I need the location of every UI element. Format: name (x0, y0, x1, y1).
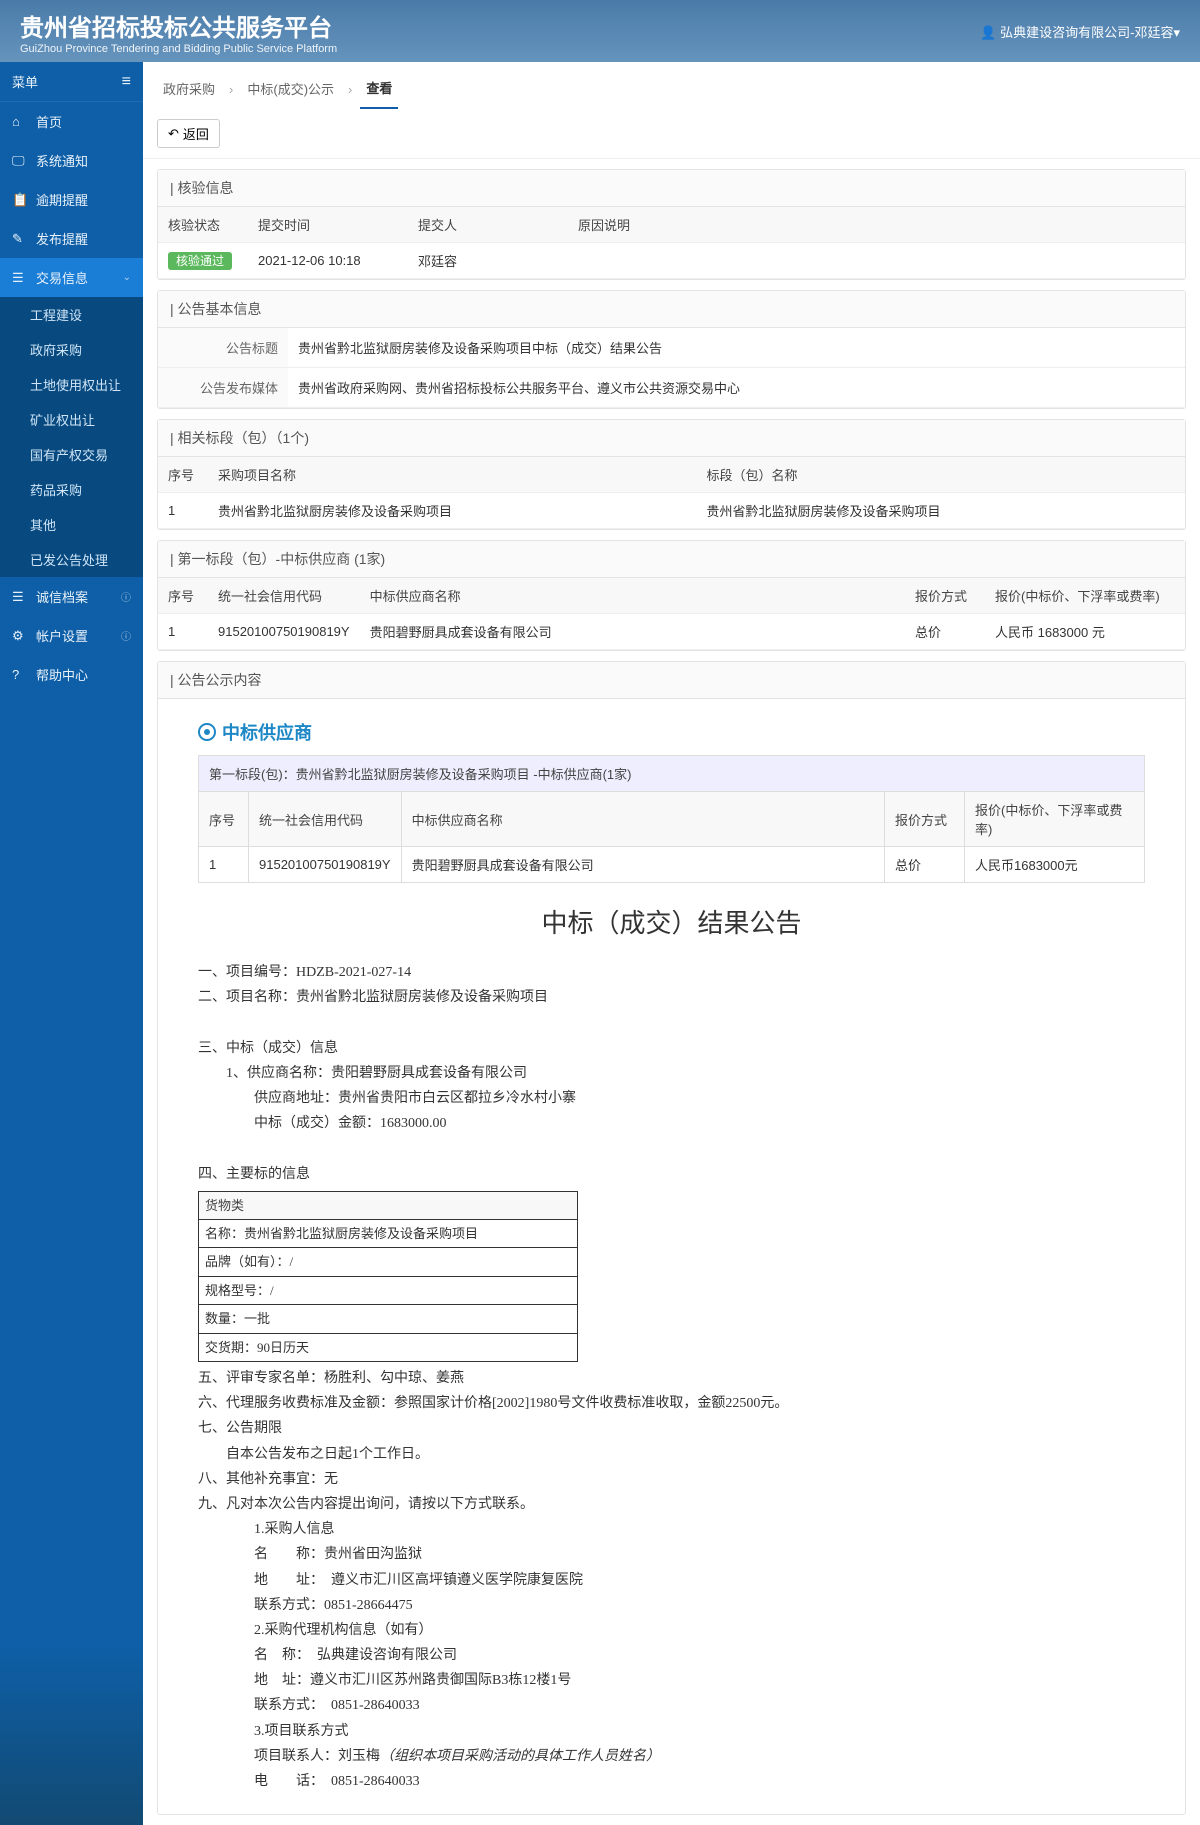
app-subtitle: GuiZhou Province Tendering and Bidding P… (20, 43, 337, 55)
help-icon: ? (12, 667, 28, 682)
sidebar: 菜单 ≡ ⌂首页 🖵系统通知 📋逾期提醒 ✎发布提醒 ☰交易信息⌄ 工程建设 政… (0, 62, 143, 1825)
sidebar-item-publish[interactable]: ✎发布提醒 (0, 219, 143, 258)
table-row: 191520100750190819Y贵阳碧野厨具成套设备有限公司总价人民币16… (199, 847, 1145, 883)
table-row: 核验通过 2021-12-06 10:18 邓廷容 (158, 243, 1185, 279)
submenu-item[interactable]: 工程建设 (0, 297, 143, 332)
sidebar-item-notice[interactable]: 🖵系统通知 (0, 141, 143, 180)
submenu-item[interactable]: 政府采购 (0, 332, 143, 367)
clipboard-icon: 📋 (12, 192, 28, 208)
user-icon: 👤 (980, 25, 996, 40)
app-title: 贵州省招标投标公共服务平台 (20, 8, 337, 43)
crumb-2[interactable]: 中标(成交)公示 (241, 71, 340, 108)
verify-panel: | 核验信息 核验状态 提交时间 提交人 原因说明 核验通过 2021-12-0… (157, 169, 1186, 280)
table-row: 1贵州省黔北监狱厨房装修及设备采购项目贵州省黔北监狱厨房装修及设备采购项目 (158, 493, 1185, 529)
sidebar-item-help[interactable]: ?帮助中心 (0, 655, 143, 694)
sidebar-item-overdue[interactable]: 📋逾期提醒 (0, 180, 143, 219)
home-icon: ⌂ (12, 114, 28, 129)
gear-icon: ⚙ (12, 628, 28, 644)
hamburger-icon[interactable]: ≡ (122, 73, 131, 91)
inner-supplier-table: 第一标段(包)：贵州省黔北监狱厨房装修及设备采购项目 -中标供应商(1家) 序号… (198, 755, 1145, 883)
related-panel: | 相关标段（包）（1个) 序号采购项目名称标段（包）名称 1贵州省黔北监狱厨房… (157, 419, 1186, 530)
notice-body: 一、项目编号：HDZB-2021-027-14 二、项目名称：贵州省黔北监狱厨房… (198, 960, 1145, 1794)
sidebar-item-integrity[interactable]: ☰诚信档案ⓘ (0, 577, 143, 616)
panel-title: | 公告基本信息 (158, 291, 1185, 328)
panel-title: | 相关标段（包）（1个) (158, 420, 1185, 457)
list-icon: ☰ (12, 270, 28, 286)
basic-panel: | 公告基本信息 公告标题贵州省黔北监狱厨房装修及设备采购项目中标（成交）结果公… (157, 290, 1186, 409)
verify-table: 核验状态 提交时间 提交人 原因说明 核验通过 2021-12-06 10:18… (158, 207, 1185, 279)
status-badge: 核验通过 (168, 252, 232, 270)
crumb-1[interactable]: 政府采购 (157, 71, 221, 108)
submenu-item[interactable]: 土地使用权出让 (0, 367, 143, 402)
back-button[interactable]: ↶返回 (157, 119, 220, 148)
table-row: 191520100750190819Y贵阳碧野厨具成套设备有限公司总价人民币 1… (158, 614, 1185, 650)
sidebar-item-home[interactable]: ⌂首页 (0, 102, 143, 141)
sidebar-submenu: 工程建设 政府采购 土地使用权出让 矿业权出让 国有产权交易 药品采购 其他 已… (0, 297, 143, 577)
submenu-item[interactable]: 药品采购 (0, 472, 143, 507)
edit-icon: ✎ (12, 231, 28, 247)
back-icon: ↶ (168, 126, 179, 142)
breadcrumb: 政府采购 › 中标(成交)公示 › 查看 (143, 62, 1200, 109)
crumb-3: 查看 (360, 70, 398, 109)
app-header: 贵州省招标投标公共服务平台 GuiZhou Province Tendering… (0, 0, 1200, 62)
panel-title: | 第一标段（包）-中标供应商 (1家) (158, 541, 1185, 578)
submenu-item[interactable]: 矿业权出让 (0, 402, 143, 437)
sidebar-item-trade[interactable]: ☰交易信息⌄ (0, 258, 143, 297)
submenu-item[interactable]: 已发公告处理 (0, 542, 143, 577)
panel-title: | 核验信息 (158, 170, 1185, 207)
info-icon: ⓘ (121, 628, 131, 643)
winning-supplier-label: 中标供应商 (198, 719, 1145, 745)
goods-table: 货物类 名称：贵州省黔北监狱厨房装修及设备采购项目 品牌（如有）：/ 规格型号：… (198, 1191, 578, 1362)
submenu-item[interactable]: 其他 (0, 507, 143, 542)
panel-title: | 公告公示内容 (158, 662, 1185, 699)
notice-title: 中标（成交）结果公告 (198, 903, 1145, 940)
archive-icon: ☰ (12, 589, 28, 605)
info-icon: ⓘ (121, 589, 131, 604)
supplier-panel: | 第一标段（包）-中标供应商 (1家) 序号统一社会信用代码中标供应商名称报价… (157, 540, 1186, 651)
target-icon (198, 723, 216, 741)
menu-header: 菜单 ≡ (0, 62, 143, 102)
submenu-item[interactable]: 国有产权交易 (0, 437, 143, 472)
chevron-down-icon: ⌄ (123, 272, 131, 283)
user-info[interactable]: 👤 弘典建设咨询有限公司-邓廷容▾ (980, 22, 1180, 41)
sidebar-item-account[interactable]: ⚙帐户设置ⓘ (0, 616, 143, 655)
monitor-icon: 🖵 (12, 153, 28, 169)
content-panel: | 公告公示内容 中标供应商 第一标段(包)：贵州省黔北监狱厨房装修及设备采购项… (157, 661, 1186, 1815)
main-content: 政府采购 › 中标(成交)公示 › 查看 ↶返回 | 核验信息 核验状态 提交时… (143, 62, 1200, 1825)
